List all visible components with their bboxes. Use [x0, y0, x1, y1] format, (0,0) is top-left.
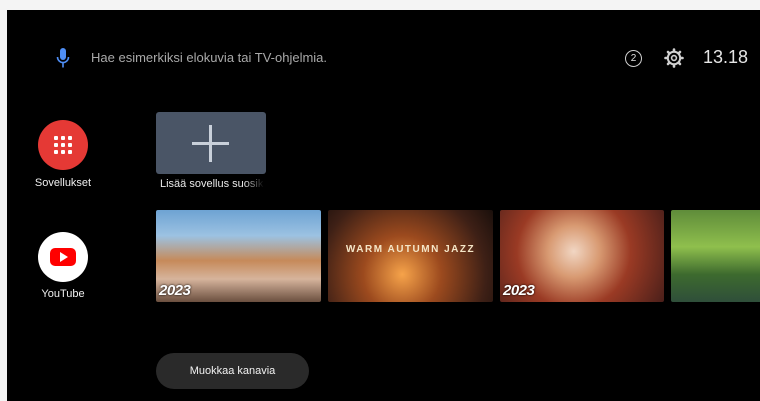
- tv-home-screen: Hae esimerkiksi elokuvia tai TV-ohjelmia…: [7, 10, 760, 401]
- youtube-label: YouTube: [41, 288, 85, 300]
- channel-card[interactable]: 2023: [500, 210, 664, 302]
- channel-card[interactable]: [671, 210, 760, 302]
- apps-grid-icon: [54, 136, 72, 154]
- year-badge: 2023: [159, 282, 191, 299]
- apps-label: Sovellukset: [34, 177, 92, 189]
- channel-card[interactable]: WARM AUTUMN JAZZ: [328, 210, 493, 302]
- apps-button[interactable]: [38, 120, 88, 170]
- card-title: WARM AUTUMN JAZZ: [345, 244, 476, 255]
- gear-icon[interactable]: [664, 48, 684, 68]
- notification-count-badge[interactable]: 2: [625, 50, 642, 67]
- add-favorite-app-label: Lisää sovellus suosikkeihin: [160, 178, 264, 190]
- year-badge: 2023: [503, 282, 535, 299]
- youtube-button[interactable]: [38, 232, 88, 282]
- search-hint[interactable]: Hae esimerkiksi elokuvia tai TV-ohjelmia…: [91, 50, 327, 65]
- edit-channels-button[interactable]: Muokkaa kanavia: [156, 353, 309, 389]
- channel-card[interactable]: 2023: [156, 210, 321, 302]
- microphone-icon[interactable]: [56, 48, 70, 70]
- youtube-play-icon: [50, 248, 76, 266]
- add-favorite-app-tile[interactable]: [156, 112, 266, 174]
- clock: 13.18: [703, 47, 749, 67]
